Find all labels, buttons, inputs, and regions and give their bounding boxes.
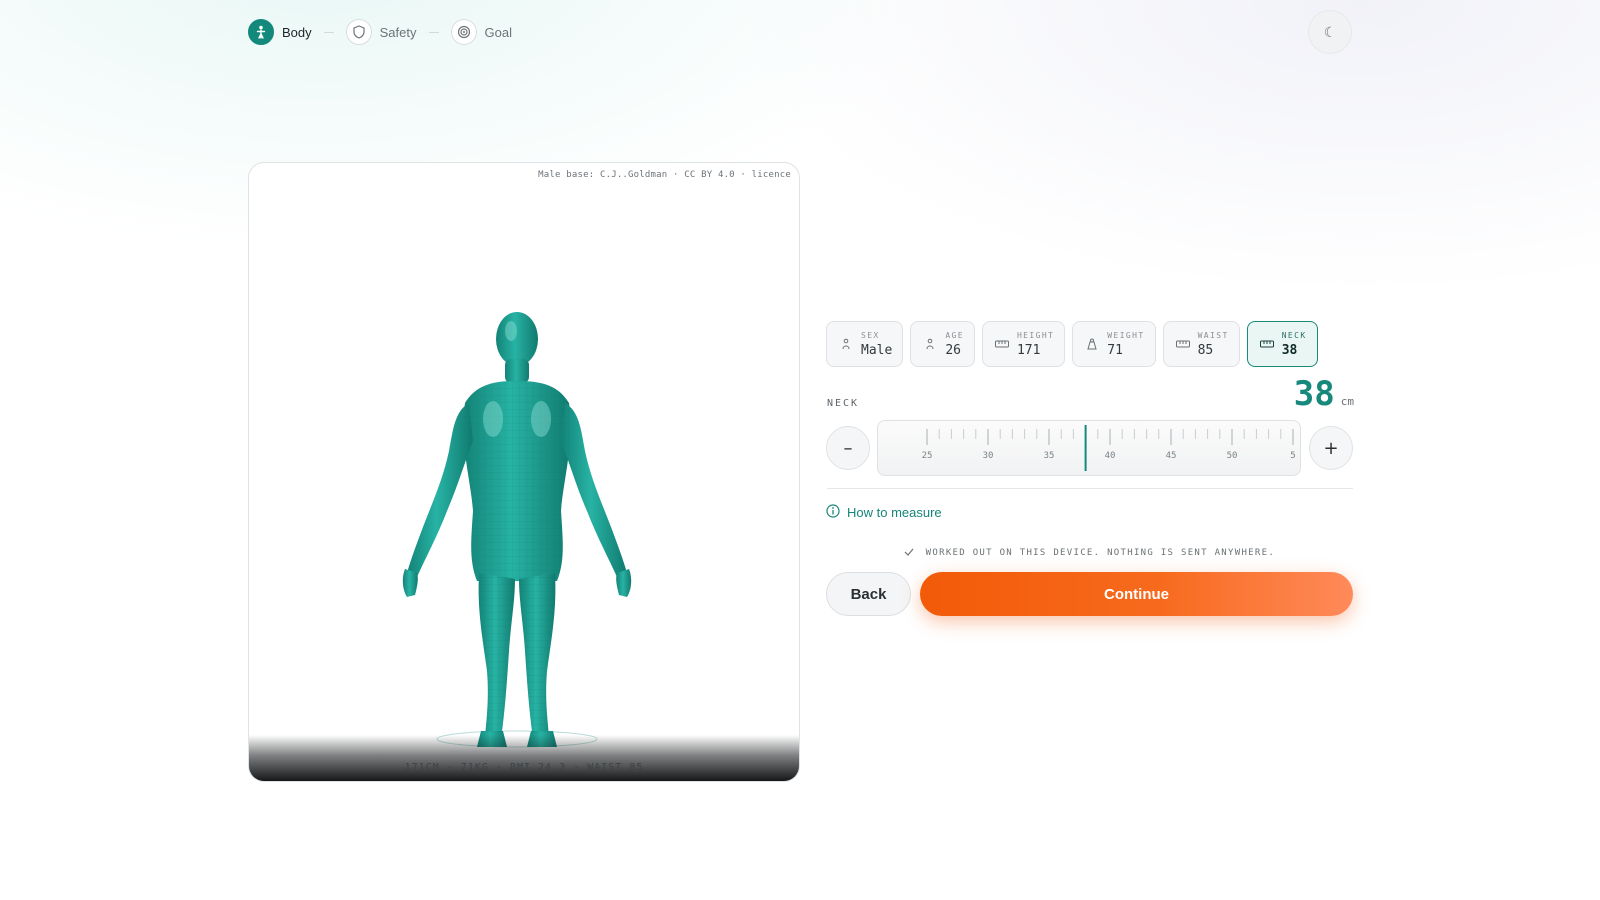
minus-icon: – bbox=[843, 437, 853, 459]
chip-label: AGE bbox=[945, 330, 964, 340]
ruler-scale: 25 30 35 40 45 50 5 bbox=[922, 425, 1296, 471]
person-icon bbox=[248, 19, 274, 45]
step-label: Safety bbox=[379, 24, 417, 40]
progress-stepper: Body Safety Goal bbox=[248, 18, 512, 46]
divider bbox=[827, 488, 1353, 489]
increment-button[interactable]: + bbox=[1309, 426, 1353, 470]
chip-sex[interactable]: SEX Male bbox=[826, 321, 904, 367]
privacy-text: WORKED OUT ON THIS DEVICE. NOTHING IS SE… bbox=[925, 548, 1276, 558]
chip-value: 71 bbox=[1107, 342, 1123, 358]
how-to-measure-label: How to measure bbox=[847, 505, 942, 520]
ruler-tick-label: 30 bbox=[983, 451, 994, 461]
body-model-figure bbox=[402, 312, 632, 748]
ruler-tick-label: 40 bbox=[1105, 451, 1116, 461]
chip-neck[interactable]: NECK 38 bbox=[1246, 321, 1318, 367]
tape-icon bbox=[1259, 337, 1274, 351]
person-icon bbox=[923, 337, 937, 351]
neck-ruler-slider[interactable]: 25 30 35 40 45 50 5 bbox=[877, 420, 1301, 476]
target-icon bbox=[450, 19, 477, 45]
chip-value: Male bbox=[861, 342, 893, 358]
field-label: NECK bbox=[827, 398, 860, 409]
body-stats: 171CM · 71KG · BMI 24.3 · WAIST 85 bbox=[404, 762, 644, 773]
ruler-tick-label: 35 bbox=[1044, 451, 1055, 461]
chip-value: 38 bbox=[1281, 342, 1298, 358]
chip-label: WAIST bbox=[1197, 330, 1229, 340]
measure-readout: 38 cm bbox=[1294, 374, 1354, 414]
chip-label: WEIGHT bbox=[1107, 330, 1145, 340]
chip-height[interactable]: HEIGHT 171 bbox=[981, 321, 1066, 367]
person-icon bbox=[839, 337, 853, 351]
step-goal[interactable]: Goal bbox=[450, 19, 512, 45]
back-button[interactable]: Back bbox=[826, 572, 911, 616]
viewer-floor bbox=[249, 735, 799, 781]
info-icon bbox=[826, 504, 840, 521]
continue-button[interactable]: Continue bbox=[920, 572, 1353, 616]
step-safety[interactable]: Safety bbox=[345, 19, 417, 45]
theme-toggle-button[interactable]: ☾ bbox=[1308, 10, 1352, 54]
privacy-note: WORKED OUT ON THIS DEVICE. NOTHING IS SE… bbox=[826, 548, 1353, 558]
measure-value: 38 bbox=[1293, 374, 1335, 414]
model-credit: Male base: C.J..Goldman · CC BY 4.0 · li… bbox=[538, 170, 791, 180]
ruler-tick-label: 45 bbox=[1166, 451, 1177, 461]
decrement-button[interactable]: – bbox=[826, 426, 870, 470]
measure-unit: cm bbox=[1340, 395, 1354, 408]
body-model-viewer[interactable]: Male base: C.J..Goldman · CC BY 4.0 · li… bbox=[248, 162, 800, 782]
weight-icon bbox=[1085, 337, 1099, 351]
chip-weight[interactable]: WEIGHT 71 bbox=[1072, 321, 1156, 367]
chip-value: 85 bbox=[1197, 342, 1214, 358]
ruler-tick-label: 5 bbox=[1290, 451, 1295, 461]
how-to-measure-link[interactable]: How to measure bbox=[826, 504, 942, 521]
chip-label: HEIGHT bbox=[1016, 330, 1055, 340]
ruler-tick-label: 25 bbox=[922, 451, 933, 461]
chip-value: 26 bbox=[945, 342, 961, 358]
ruler-icon bbox=[994, 337, 1009, 351]
step-divider bbox=[428, 31, 439, 33]
tape-icon bbox=[1175, 337, 1190, 351]
chip-age[interactable]: AGE 26 bbox=[910, 321, 975, 367]
shield-icon bbox=[345, 19, 372, 45]
step-label: Goal bbox=[484, 24, 512, 40]
step-divider bbox=[323, 31, 334, 33]
step-body[interactable]: Body bbox=[248, 19, 312, 45]
chip-value: 171 bbox=[1016, 342, 1041, 358]
chip-label: NECK bbox=[1281, 330, 1307, 340]
step-label: Body bbox=[282, 24, 312, 40]
check-icon bbox=[904, 548, 926, 558]
chip-label: SEX bbox=[861, 330, 880, 340]
chip-waist[interactable]: WAIST 85 bbox=[1162, 321, 1240, 367]
moon-icon: ☾ bbox=[1323, 23, 1337, 40]
measurement-chips: SEX Male AGE 26 HEIGHT 171 WEIGHT 71 WAI… bbox=[826, 321, 1318, 367]
ruler-tick-label: 50 bbox=[1227, 451, 1238, 461]
plus-icon: + bbox=[1323, 437, 1339, 459]
